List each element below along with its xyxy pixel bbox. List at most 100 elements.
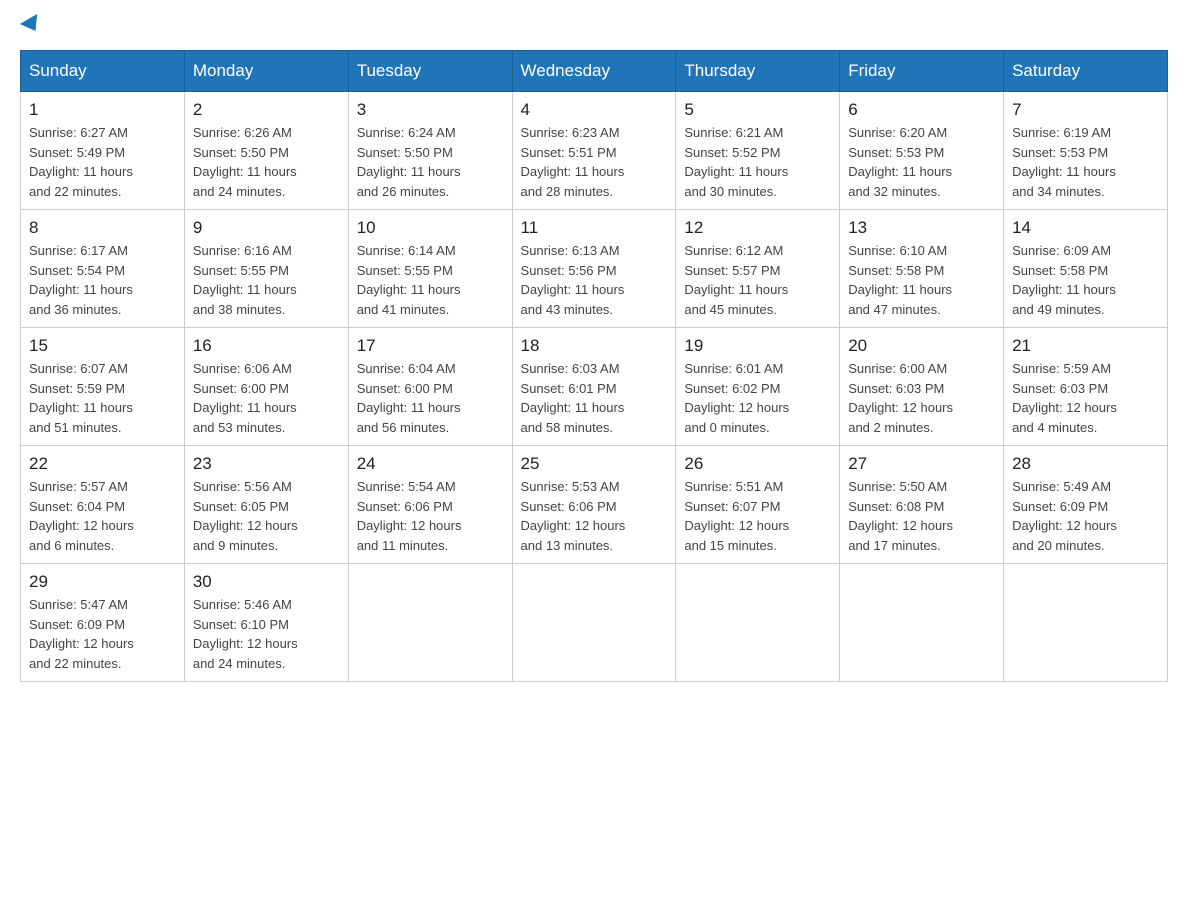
day-number: 28 [1012,454,1159,474]
day-number: 24 [357,454,504,474]
calendar-cell: 9 Sunrise: 6:16 AMSunset: 5:55 PMDaylight… [184,210,348,328]
calendar-cell: 2Sunrise: 6:26 AMSunset: 5:50 PMDaylight… [184,92,348,210]
header-tuesday: Tuesday [348,51,512,92]
day-number: 3 [357,100,504,120]
calendar-cell: 12 Sunrise: 6:12 AMSunset: 5:57 PMDayligh… [676,210,840,328]
day-number: 18 [521,336,668,356]
day-number: 15 [29,336,176,356]
calendar-cell: 28 Sunrise: 5:49 AMSunset: 6:09 PMDayligh… [1004,446,1168,564]
day-info: Sunrise: 5:47 AMSunset: 6:09 PMDaylight:… [29,595,176,673]
calendar-header: SundayMondayTuesdayWednesdayThursdayFrid… [21,51,1168,92]
calendar-cell: 30 Sunrise: 5:46 AMSunset: 6:10 PMDayligh… [184,564,348,682]
day-number: 25 [521,454,668,474]
week-row-4: 22 Sunrise: 5:57 AMSunset: 6:04 PMDayligh… [21,446,1168,564]
calendar-cell: 25 Sunrise: 5:53 AMSunset: 6:06 PMDayligh… [512,446,676,564]
day-info: Sunrise: 5:57 AMSunset: 6:04 PMDaylight:… [29,477,176,555]
header-wednesday: Wednesday [512,51,676,92]
day-info: Sunrise: 6:20 AMSunset: 5:53 PMDaylight:… [848,123,995,201]
week-row-1: 1Sunrise: 6:27 AMSunset: 5:49 PMDaylight… [21,92,1168,210]
day-number: 12 [684,218,831,238]
calendar-cell: 20 Sunrise: 6:00 AMSunset: 6:03 PMDayligh… [840,328,1004,446]
day-info: Sunrise: 6:06 AMSunset: 6:00 PMDaylight:… [193,359,340,437]
calendar-cell: 17 Sunrise: 6:04 AMSunset: 6:00 PMDayligh… [348,328,512,446]
day-info: Sunrise: 6:16 AMSunset: 5:55 PMDaylight:… [193,241,340,319]
day-number: 29 [29,572,176,592]
calendar-cell: 29 Sunrise: 5:47 AMSunset: 6:09 PMDayligh… [21,564,185,682]
day-number: 5 [684,100,831,120]
day-number: 16 [193,336,340,356]
week-row-2: 8 Sunrise: 6:17 AMSunset: 5:54 PMDaylight… [21,210,1168,328]
calendar-cell: 24 Sunrise: 5:54 AMSunset: 6:06 PMDayligh… [348,446,512,564]
calendar-cell [512,564,676,682]
calendar-table: SundayMondayTuesdayWednesdayThursdayFrid… [20,50,1168,682]
day-number: 8 [29,218,176,238]
calendar-cell: 11 Sunrise: 6:13 AMSunset: 5:56 PMDayligh… [512,210,676,328]
calendar-cell: 8 Sunrise: 6:17 AMSunset: 5:54 PMDaylight… [21,210,185,328]
calendar-cell: 14 Sunrise: 6:09 AMSunset: 5:58 PMDayligh… [1004,210,1168,328]
day-info: Sunrise: 6:14 AMSunset: 5:55 PMDaylight:… [357,241,504,319]
header-saturday: Saturday [1004,51,1168,92]
day-info: Sunrise: 6:01 AMSunset: 6:02 PMDaylight:… [684,359,831,437]
day-info: Sunrise: 5:49 AMSunset: 6:09 PMDaylight:… [1012,477,1159,555]
logo [20,20,42,34]
calendar-cell: 1Sunrise: 6:27 AMSunset: 5:49 PMDaylight… [21,92,185,210]
calendar-cell: 22 Sunrise: 5:57 AMSunset: 6:04 PMDayligh… [21,446,185,564]
day-number: 13 [848,218,995,238]
calendar-body: 1Sunrise: 6:27 AMSunset: 5:49 PMDaylight… [21,92,1168,682]
day-number: 30 [193,572,340,592]
day-info: Sunrise: 5:54 AMSunset: 6:06 PMDaylight:… [357,477,504,555]
calendar-cell: 15Sunrise: 6:07 AMSunset: 5:59 PMDayligh… [21,328,185,446]
day-info: Sunrise: 6:03 AMSunset: 6:01 PMDaylight:… [521,359,668,437]
header-friday: Friday [840,51,1004,92]
day-number: 2 [193,100,340,120]
calendar-cell: 4Sunrise: 6:23 AMSunset: 5:51 PMDaylight… [512,92,676,210]
day-number: 17 [357,336,504,356]
day-number: 20 [848,336,995,356]
day-info: Sunrise: 6:13 AMSunset: 5:56 PMDaylight:… [521,241,668,319]
day-number: 14 [1012,218,1159,238]
calendar-cell: 10Sunrise: 6:14 AMSunset: 5:55 PMDayligh… [348,210,512,328]
day-info: Sunrise: 6:27 AMSunset: 5:49 PMDaylight:… [29,123,176,201]
day-info: Sunrise: 6:00 AMSunset: 6:03 PMDaylight:… [848,359,995,437]
day-number: 23 [193,454,340,474]
calendar-cell: 26 Sunrise: 5:51 AMSunset: 6:07 PMDayligh… [676,446,840,564]
day-info: Sunrise: 6:04 AMSunset: 6:00 PMDaylight:… [357,359,504,437]
day-number: 26 [684,454,831,474]
day-info: Sunrise: 6:12 AMSunset: 5:57 PMDaylight:… [684,241,831,319]
day-number: 11 [521,218,668,238]
day-number: 9 [193,218,340,238]
day-info: Sunrise: 5:46 AMSunset: 6:10 PMDaylight:… [193,595,340,673]
calendar-cell: 16 Sunrise: 6:06 AMSunset: 6:00 PMDayligh… [184,328,348,446]
day-info: Sunrise: 5:51 AMSunset: 6:07 PMDaylight:… [684,477,831,555]
logo-triangle-icon [20,14,44,36]
day-number: 27 [848,454,995,474]
page-header [20,20,1168,34]
day-info: Sunrise: 6:17 AMSunset: 5:54 PMDaylight:… [29,241,176,319]
day-number: 22 [29,454,176,474]
week-row-3: 15Sunrise: 6:07 AMSunset: 5:59 PMDayligh… [21,328,1168,446]
day-info: Sunrise: 6:23 AMSunset: 5:51 PMDaylight:… [521,123,668,201]
calendar-cell [1004,564,1168,682]
header-thursday: Thursday [676,51,840,92]
calendar-cell: 18 Sunrise: 6:03 AMSunset: 6:01 PMDayligh… [512,328,676,446]
calendar-cell: 13Sunrise: 6:10 AMSunset: 5:58 PMDayligh… [840,210,1004,328]
day-info: Sunrise: 6:24 AMSunset: 5:50 PMDaylight:… [357,123,504,201]
day-info: Sunrise: 6:19 AMSunset: 5:53 PMDaylight:… [1012,123,1159,201]
day-info: Sunrise: 5:59 AMSunset: 6:03 PMDaylight:… [1012,359,1159,437]
calendar-cell: 3 Sunrise: 6:24 AMSunset: 5:50 PMDaylight… [348,92,512,210]
calendar-cell: 23 Sunrise: 5:56 AMSunset: 6:05 PMDayligh… [184,446,348,564]
calendar-cell: 5Sunrise: 6:21 AMSunset: 5:52 PMDaylight… [676,92,840,210]
calendar-cell: 7 Sunrise: 6:19 AMSunset: 5:53 PMDaylight… [1004,92,1168,210]
day-info: Sunrise: 5:53 AMSunset: 6:06 PMDaylight:… [521,477,668,555]
day-info: Sunrise: 5:56 AMSunset: 6:05 PMDaylight:… [193,477,340,555]
calendar-cell: 19 Sunrise: 6:01 AMSunset: 6:02 PMDayligh… [676,328,840,446]
calendar-cell [676,564,840,682]
calendar-cell [348,564,512,682]
day-info: Sunrise: 5:50 AMSunset: 6:08 PMDaylight:… [848,477,995,555]
header-monday: Monday [184,51,348,92]
week-row-5: 29 Sunrise: 5:47 AMSunset: 6:09 PMDayligh… [21,564,1168,682]
day-info: Sunrise: 6:09 AMSunset: 5:58 PMDaylight:… [1012,241,1159,319]
day-number: 7 [1012,100,1159,120]
day-number: 19 [684,336,831,356]
day-number: 6 [848,100,995,120]
